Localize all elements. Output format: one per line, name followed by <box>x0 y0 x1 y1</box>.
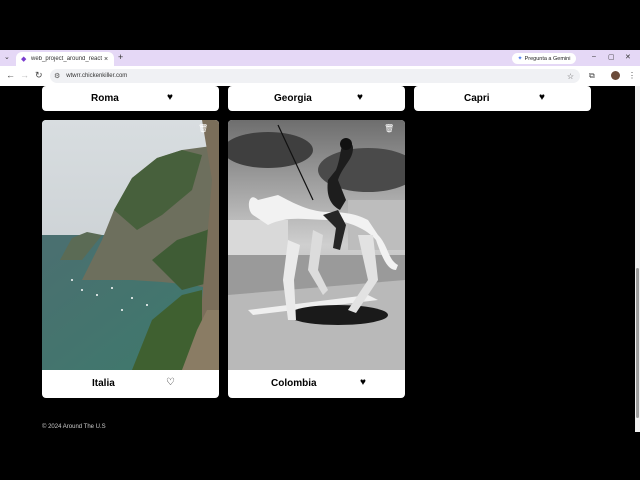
extensions-icon[interactable]: ⧉ <box>589 71 595 81</box>
card-title: Italia <box>92 378 115 389</box>
forward-icon[interactable]: → <box>20 70 29 80</box>
site-info-icon[interactable]: ⚙ <box>54 72 60 80</box>
gemini-button[interactable]: ✦ Pregunta a Gemini <box>512 53 576 64</box>
card-image-colombia[interactable] <box>228 120 405 370</box>
place-card: 🗑 Italia ♡ <box>42 120 219 398</box>
profile-avatar[interactable] <box>611 71 620 80</box>
footer-copyright: © 2024 Around The U.S <box>42 424 106 430</box>
card-title: Colombia <box>271 378 317 389</box>
like-heart-icon[interactable]: ♥ <box>539 93 545 103</box>
browser-tab[interactable]: ◆ web_project_around_react × <box>16 52 114 66</box>
trash-icon[interactable]: 🗑 <box>198 124 208 133</box>
close-window-icon[interactable]: ✕ <box>625 53 631 61</box>
place-card: Capri ♥ <box>414 86 591 111</box>
like-heart-icon[interactable]: ♥ <box>360 378 366 388</box>
url-text[interactable]: wtwrr.chickenkiller.com <box>66 73 567 79</box>
minimize-icon[interactable]: – <box>592 53 596 60</box>
gemini-label: Pregunta a Gemini <box>524 55 571 62</box>
card-title: Capri <box>464 93 490 104</box>
maximize-icon[interactable]: ▢ <box>608 53 615 61</box>
scrollbar-thumb[interactable] <box>636 268 639 418</box>
place-card: Georgia ♥ <box>228 86 405 111</box>
bookmark-star-icon[interactable]: ☆ <box>567 72 574 81</box>
reload-icon[interactable]: ↻ <box>35 70 43 81</box>
sparkle-icon: ✦ <box>517 56 523 62</box>
place-card: Roma ♥ <box>42 86 219 111</box>
tab-search-icon[interactable]: ⌄ <box>4 53 10 61</box>
tab-title: web_project_around_react <box>31 56 102 62</box>
address-bar[interactable]: ⚙ wtwrr.chickenkiller.com ☆ <box>50 69 580 83</box>
menu-icon[interactable]: ⋮ <box>628 71 636 80</box>
card-title: Georgia <box>274 93 312 104</box>
place-card: 🗑 Colombia ♥ <box>228 120 405 398</box>
like-heart-icon[interactable]: ♥ <box>167 93 173 103</box>
back-icon[interactable]: ← <box>6 70 15 80</box>
card-image-italia[interactable] <box>42 120 219 370</box>
card-title: Roma <box>91 93 119 104</box>
like-heart-icon[interactable]: ♥ <box>357 93 363 103</box>
trash-icon[interactable]: 🗑 <box>384 124 394 133</box>
like-heart-icon[interactable]: ♡ <box>166 378 175 388</box>
tab-close-icon[interactable]: × <box>102 56 110 63</box>
new-tab-button[interactable]: + <box>118 52 123 62</box>
favicon-icon: ◆ <box>21 55 27 63</box>
